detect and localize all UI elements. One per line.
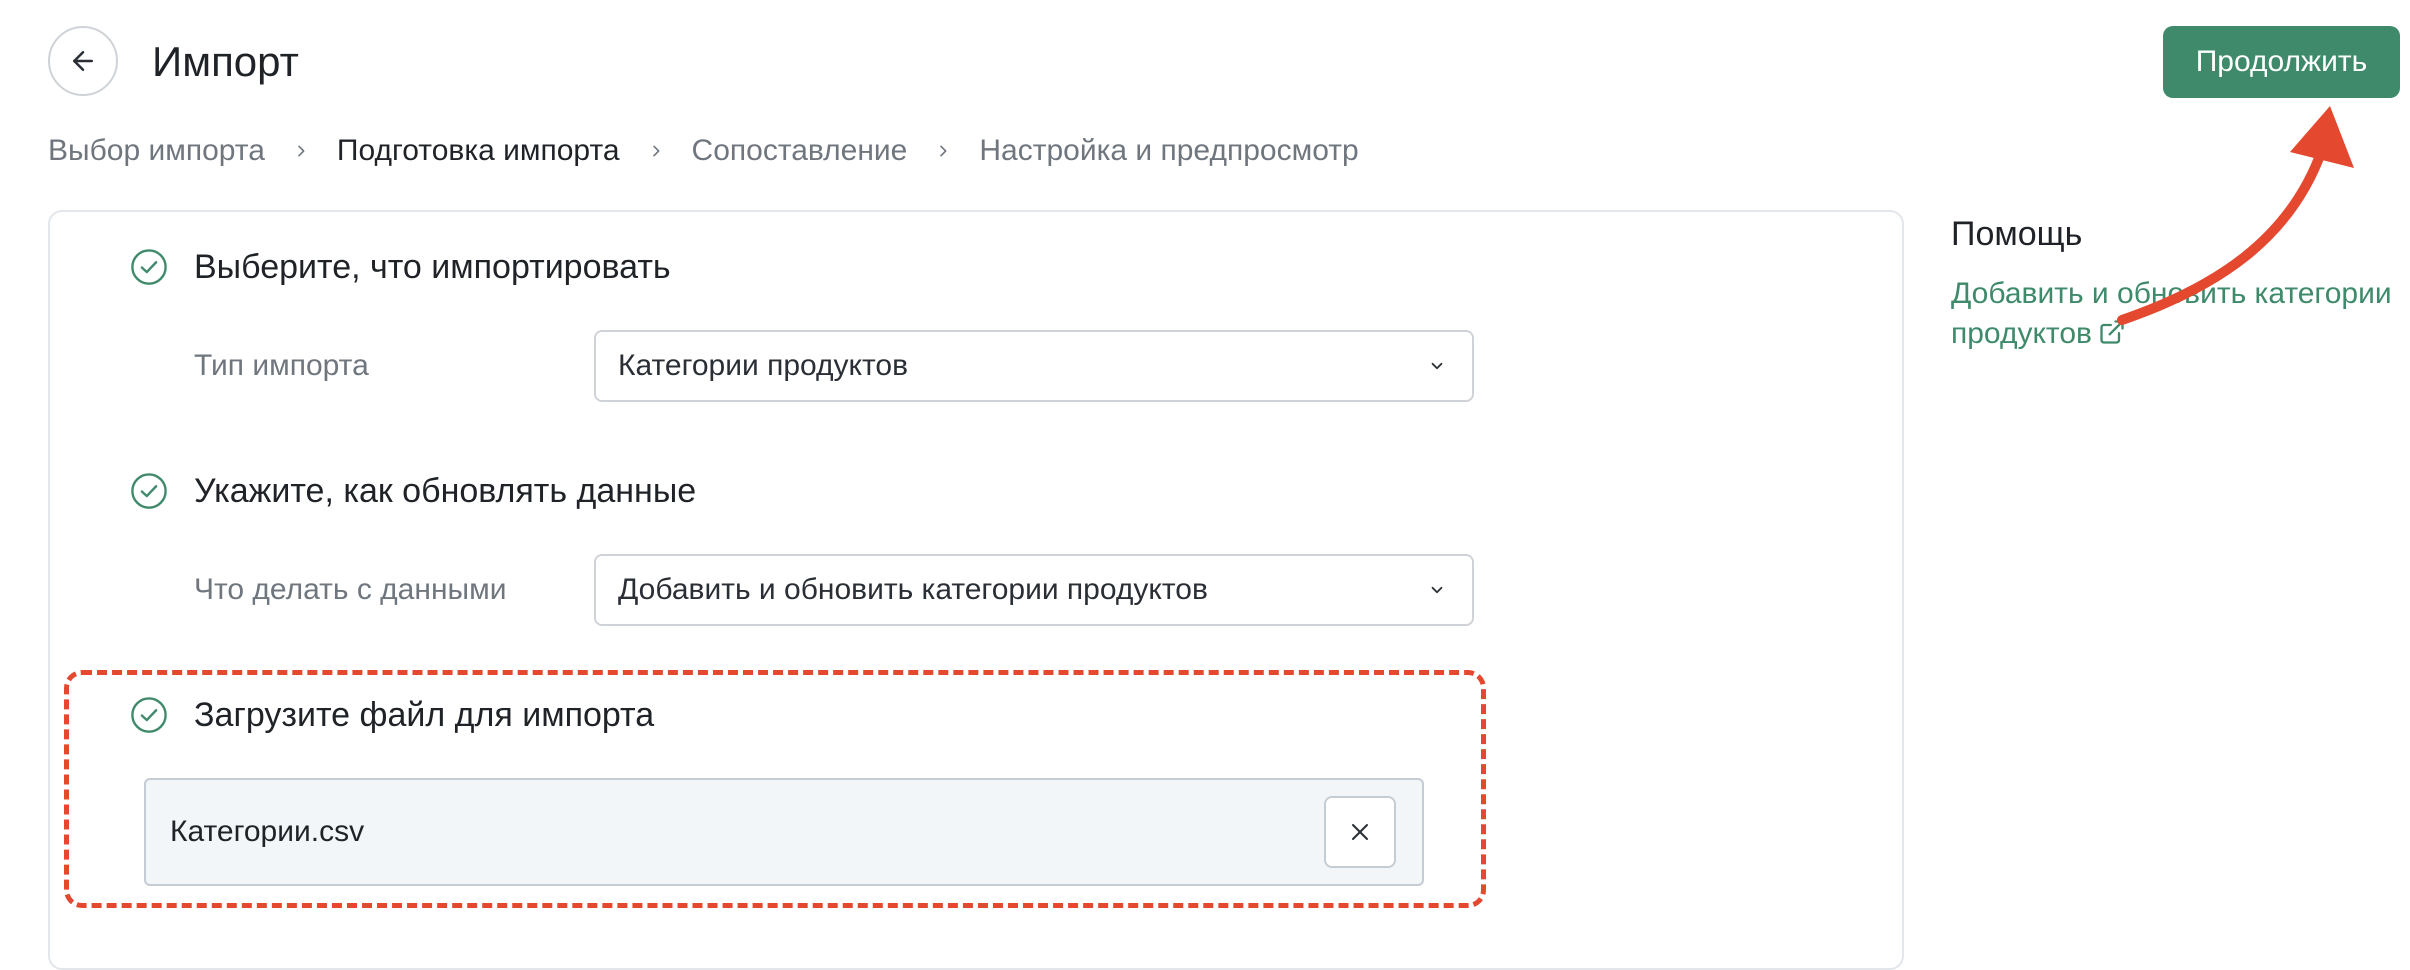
external-link-icon [2100,320,2124,344]
back-button[interactable] [48,26,118,96]
file-name: Категории.csv [170,815,365,848]
help-title: Помощь [1951,215,2083,253]
remove-file-button[interactable] [1324,796,1396,868]
import-type-label: Тип импорта [194,349,369,382]
page-title: Импорт [152,38,299,85]
arrow-left-icon [73,51,93,71]
data-action-value: Добавить и обновить категории продуктов [618,573,1208,606]
breadcrumb-item-prepare-import[interactable]: Подготовка импорта [337,134,620,168]
breadcrumb-item-settings-preview[interactable]: Настройка и предпросмотр [979,134,1358,168]
help-link-text: Добавить и обновить категории продуктов [1951,277,2392,350]
close-icon [1352,824,1368,840]
uploaded-file: Категории.csv [144,778,1424,886]
chevron-right-icon [265,143,337,159]
check-circle-icon [131,249,167,285]
chevron-down-icon [1428,356,1448,376]
data-action-label: Что делать с данными [194,573,507,606]
annotation-arrow-head [2290,106,2354,168]
step-title-select-type: Выберите, что импортировать [194,248,671,286]
step-title-upload: Загрузите файл для импорта [194,696,655,734]
breadcrumb: Выбор импорта Подготовка импорта Сопоста… [48,128,1359,174]
check-circle-icon [131,473,167,509]
step-title-update-mode: Укажите, как обновлять данные [194,472,697,510]
data-action-select[interactable]: Добавить и обновить категории продуктов [594,554,1474,626]
import-type-value: Категории продуктов [618,349,909,382]
breadcrumb-item-select-import[interactable]: Выбор импорта [48,134,265,168]
breadcrumb-item-mapping[interactable]: Сопоставление [692,134,908,168]
help-link[interactable]: Добавить и обновить категории продуктов [1951,274,2401,354]
check-circle-icon [131,697,167,733]
import-type-select[interactable]: Категории продуктов [594,330,1474,402]
continue-button[interactable]: Продолжить [2163,26,2400,98]
chevron-right-icon [907,143,979,159]
chevron-right-icon [620,143,692,159]
chevron-down-icon [1428,580,1448,600]
